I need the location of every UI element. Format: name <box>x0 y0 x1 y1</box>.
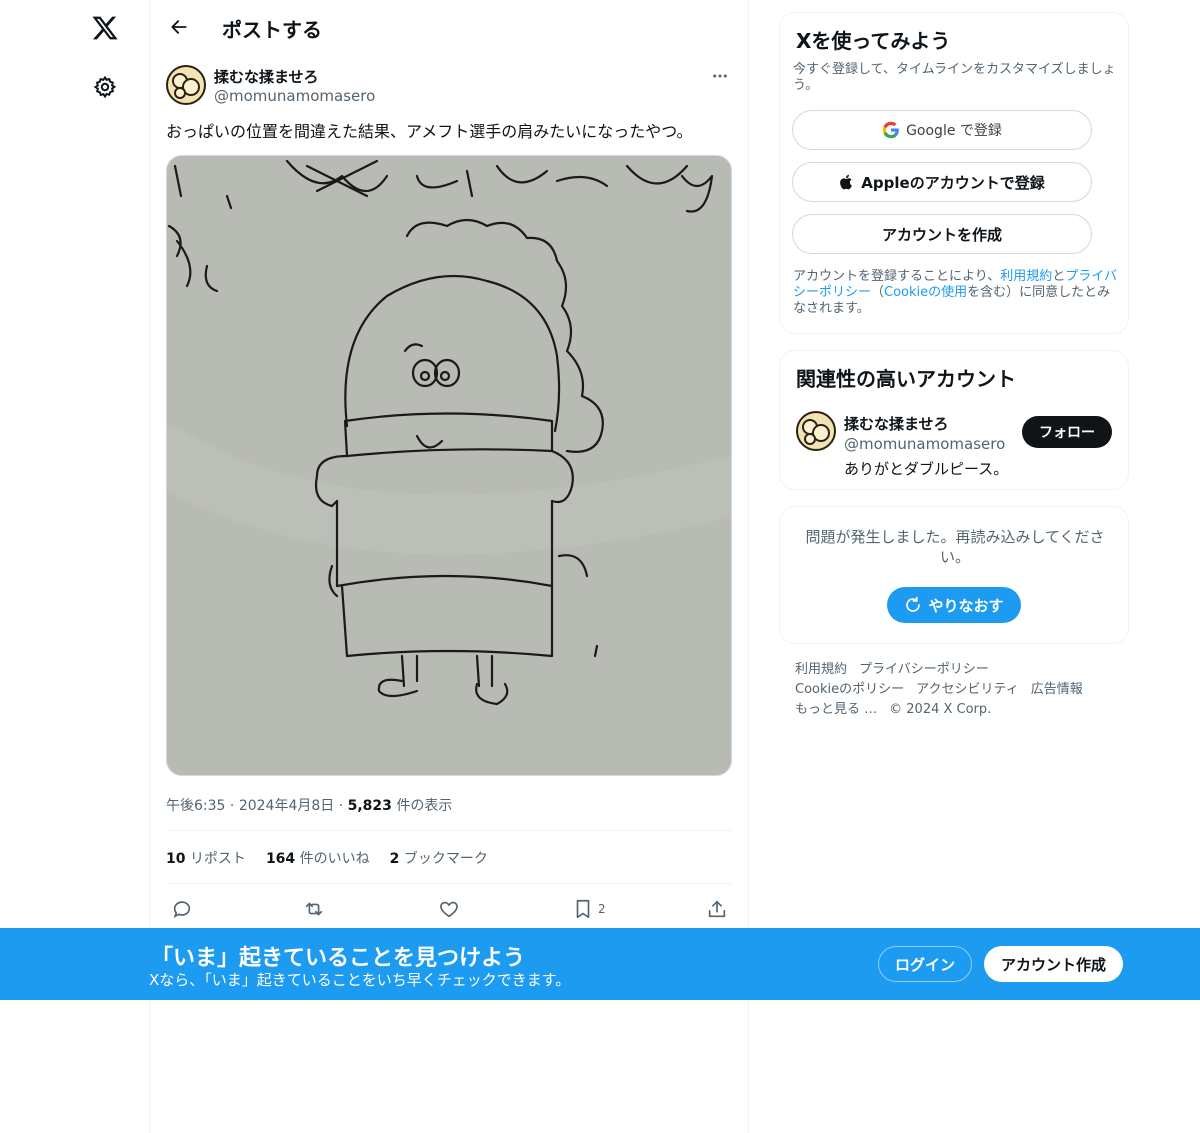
signup-card-title: Xを使ってみよう <box>796 29 951 53</box>
related-accounts-card: 関連性の高いアカウント 揉むな揉ませろ @momunamomasero ありがと… <box>779 350 1129 490</box>
share-icon[interactable] <box>706 896 728 922</box>
gear-icon[interactable] <box>80 62 130 112</box>
reposts-count: 10 <box>166 851 186 867</box>
bookmarks-stat[interactable]: 2 ブックマーク <box>390 848 488 868</box>
tweet-time[interactable]: 午後6:35 <box>166 798 225 814</box>
views-label: 件の表示 <box>396 798 453 814</box>
tweet-text: おっぱいの位置を間違えた結果、アメフト選手の肩みたいになったやつ。 <box>166 122 693 141</box>
bookmark-count: 2 <box>598 902 606 916</box>
tweet-author: 揉むな揉ませろ @momunamomasero <box>166 64 732 108</box>
related-title: 関連性の高いアカウント <box>796 367 1016 391</box>
related-account-name[interactable]: 揉むな揉ませろ <box>844 413 949 434</box>
error-message: 問題が発生しました。再読み込みしてください。 <box>805 528 1105 566</box>
create-account-label: アカウントを作成 <box>881 225 1002 244</box>
likes-count: 164 <box>265 851 296 867</box>
banner-title: 「いま」起きていることを見つけよう <box>151 946 526 971</box>
footer-terms-link[interactable]: 利用規約 <box>795 662 847 677</box>
bookmark-button[interactable]: 2 <box>572 896 606 922</box>
error-card: 問題が発生しました。再読み込みしてください。 やりなおす <box>779 506 1129 644</box>
author-name[interactable]: 揉むな揉ませろ <box>214 66 319 87</box>
legal-and: と <box>1052 269 1066 284</box>
bookmarks-label: ブックマーク <box>403 851 488 867</box>
apple-icon <box>840 174 853 190</box>
tweet-actions: 2 <box>166 896 732 922</box>
views-count: 5,823 <box>347 798 392 814</box>
bookmarks-count: 2 <box>389 851 400 867</box>
signup-card-subtitle: 今すぐ登録して、タイムラインをカスタマイズしましょう。 <box>793 62 1116 93</box>
legal-open: （ <box>871 285 885 300</box>
likes-stat[interactable]: 164 件のいいね <box>266 848 370 868</box>
follow-button[interactable]: フォロー <box>1022 416 1112 448</box>
tweet-meta: 午後6:35 · 2024年4月8日 · 5,823 件の表示 <box>166 795 452 815</box>
avatar[interactable] <box>166 65 206 105</box>
likes-label: 件のいいね <box>299 851 370 867</box>
like-icon[interactable] <box>438 896 460 922</box>
x-logo-icon[interactable] <box>80 3 130 53</box>
tweet-date[interactable]: 2024年4月8日 <box>239 798 334 814</box>
divider <box>166 830 732 831</box>
refresh-icon <box>906 596 921 612</box>
footer-privacy-link[interactable]: プライバシーポリシー <box>859 662 989 677</box>
apple-signup-button[interactable]: Appleのアカウントで登録 <box>792 162 1092 202</box>
retry-label: やりなおす <box>928 596 1004 615</box>
footer-copyright: © 2024 X Corp. <box>889 702 992 717</box>
related-account-handle[interactable]: @momunamomasero <box>844 435 1005 453</box>
page-title: ポストする <box>222 18 322 42</box>
apple-signup-label: Appleのアカウントで登録 <box>861 173 1045 192</box>
divider <box>166 883 732 884</box>
footer-more-link[interactable]: もっと見る … <box>795 702 877 717</box>
legal-text: アカウントを登録することにより、利用規約とプライバシーポリシー（Cookieの使… <box>793 269 1119 317</box>
meta-dot: · <box>229 798 239 814</box>
signup-button[interactable]: アカウント作成 <box>984 946 1123 982</box>
tweet-image[interactable] <box>166 155 732 776</box>
footer-accessibility-link[interactable]: アクセシビリティ <box>916 682 1019 697</box>
author-handle[interactable]: @momunamomasero <box>214 87 375 105</box>
page-header: ポストする <box>150 0 748 54</box>
legal-pre: アカウントを登録することにより、 <box>793 269 1001 284</box>
terms-link[interactable]: 利用規約 <box>1000 269 1052 284</box>
google-signup-button[interactable]: Google で登録 <box>792 110 1092 150</box>
reposts-stat[interactable]: 10 リポスト <box>166 848 246 868</box>
retry-button[interactable]: やりなおす <box>887 587 1021 623</box>
repost-icon[interactable] <box>303 896 325 922</box>
footer-cookie-link[interactable]: Cookieのポリシー <box>795 682 904 697</box>
meta-dot: · <box>338 798 348 814</box>
google-signup-label: Google で登録 <box>906 123 1002 139</box>
related-account-bio: ありがとダブルピース。 <box>844 460 1009 478</box>
avatar[interactable] <box>796 411 836 451</box>
reply-icon[interactable] <box>171 896 193 922</box>
bookmark-icon <box>576 899 590 919</box>
reposts-label: リポスト <box>189 851 246 867</box>
banner-subtitle: Xなら、「いま」起きていることをいち早くチェックできます。 <box>149 971 571 989</box>
footer-ads-link[interactable]: 広告情報 <box>1031 682 1083 697</box>
tweet-stats: 10 リポスト 164 件のいいね 2 ブックマーク <box>166 848 488 868</box>
login-button[interactable]: ログイン <box>878 946 972 982</box>
google-icon <box>882 121 899 139</box>
arrow-left-icon[interactable] <box>162 10 196 44</box>
footer-links: 利用規約 プライバシーポリシー Cookieのポリシー アクセシビリティ 広告情報 も… <box>795 660 1125 720</box>
login-banner: 「いま」起きていることを見つけよう Xなら、「いま」起きていることをいち早くチェ… <box>0 928 1200 1000</box>
cookie-link[interactable]: Cookieの使用 <box>884 285 967 300</box>
more-options-icon[interactable] <box>708 64 732 88</box>
signup-card: Xを使ってみよう 今すぐ登録して、タイムラインをカスタマイズしましょう。 Goo… <box>779 12 1129 334</box>
create-account-button[interactable]: アカウントを作成 <box>792 214 1092 254</box>
